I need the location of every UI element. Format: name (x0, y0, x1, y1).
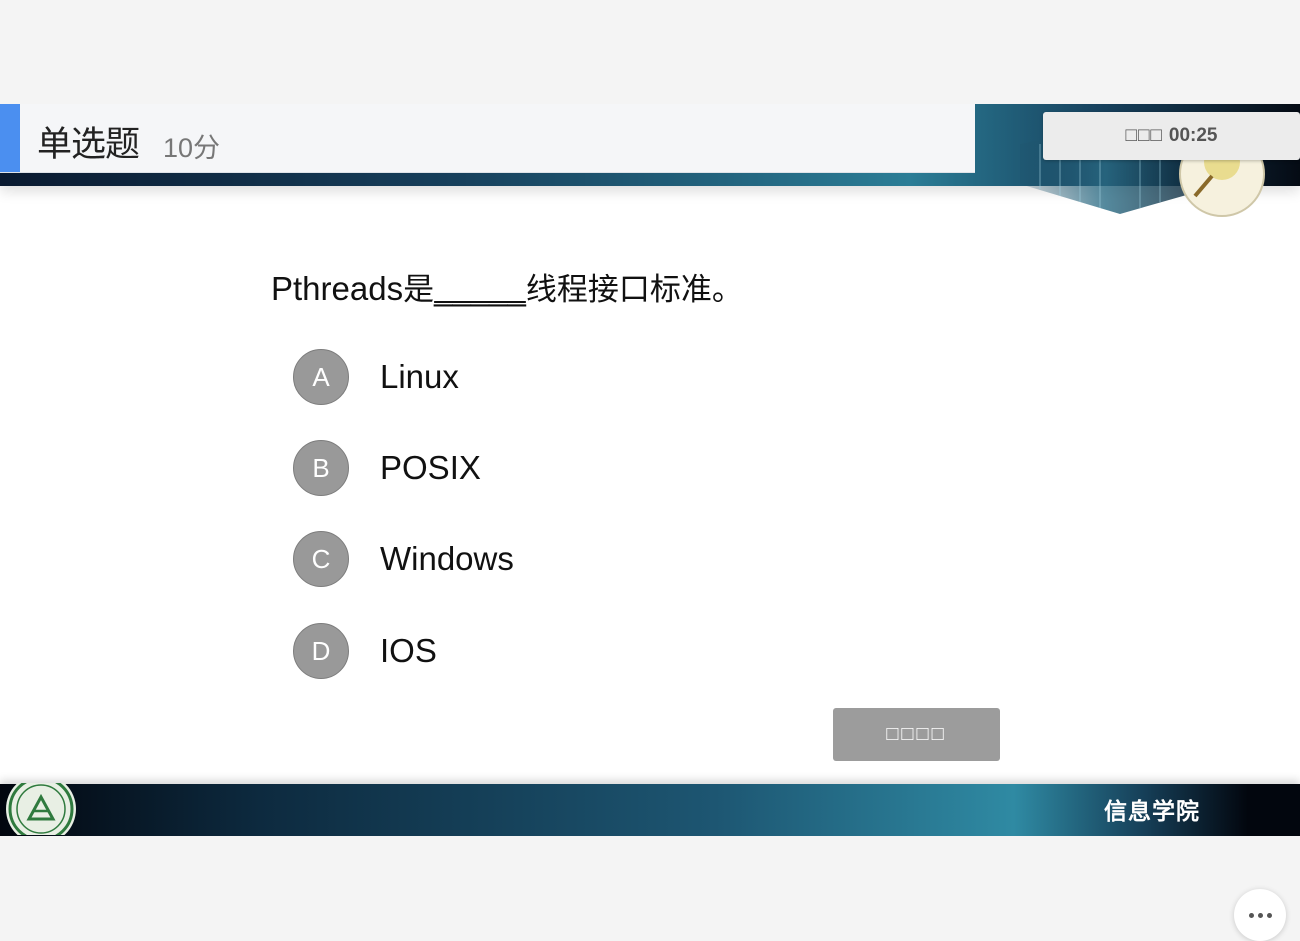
more-dots-icon (1266, 912, 1272, 918)
question-score: 10分 (163, 133, 221, 163)
option-letter-circle: D (293, 623, 349, 679)
school-logo (6, 783, 76, 835)
timer-label: □□□ (1125, 125, 1163, 146)
option-letter-circle: B (293, 440, 349, 496)
option-text: POSIX (380, 449, 481, 486)
question-prefix: Pthreads (271, 270, 404, 307)
header-panel: 单选题 10分 (0, 104, 975, 173)
option-text: Linux (380, 358, 459, 395)
more-dots-icon (1257, 912, 1263, 918)
timer-value: 00:25 (1168, 125, 1218, 146)
question-text: Pthreads是_____线程接口标准。 (271, 264, 743, 309)
option-d[interactable]: D IOS (293, 622, 437, 680)
question-cjk-before: 是 (403, 272, 435, 308)
option-text: Windows (380, 540, 514, 577)
question-cjk-after: 线程接口标准。 (525, 272, 743, 308)
slide-canvas: 单选题 10分 □□□ 00:25 Pthreads是_____线程接口标准。 … (0, 104, 1300, 836)
footer-band: 信息学院 (0, 783, 1300, 836)
option-b[interactable]: B POSIX (293, 439, 481, 497)
more-options-button[interactable] (1234, 889, 1286, 941)
footer-school-label: 信息学院 (1104, 798, 1200, 825)
countdown-timer: □□□ 00:25 (1043, 112, 1300, 160)
question-blank: _____ (434, 270, 526, 307)
option-c[interactable]: C Windows (293, 530, 514, 588)
option-text: IOS (380, 632, 437, 669)
header-accent-bar (0, 104, 20, 172)
option-letter-circle: C (293, 531, 349, 587)
option-letter-circle: A (293, 349, 349, 405)
more-dots-icon (1248, 912, 1254, 918)
submit-button[interactable]: □□□□ (833, 708, 1000, 761)
question-type-label: 单选题 (37, 125, 140, 165)
option-a[interactable]: A Linux (293, 348, 459, 406)
